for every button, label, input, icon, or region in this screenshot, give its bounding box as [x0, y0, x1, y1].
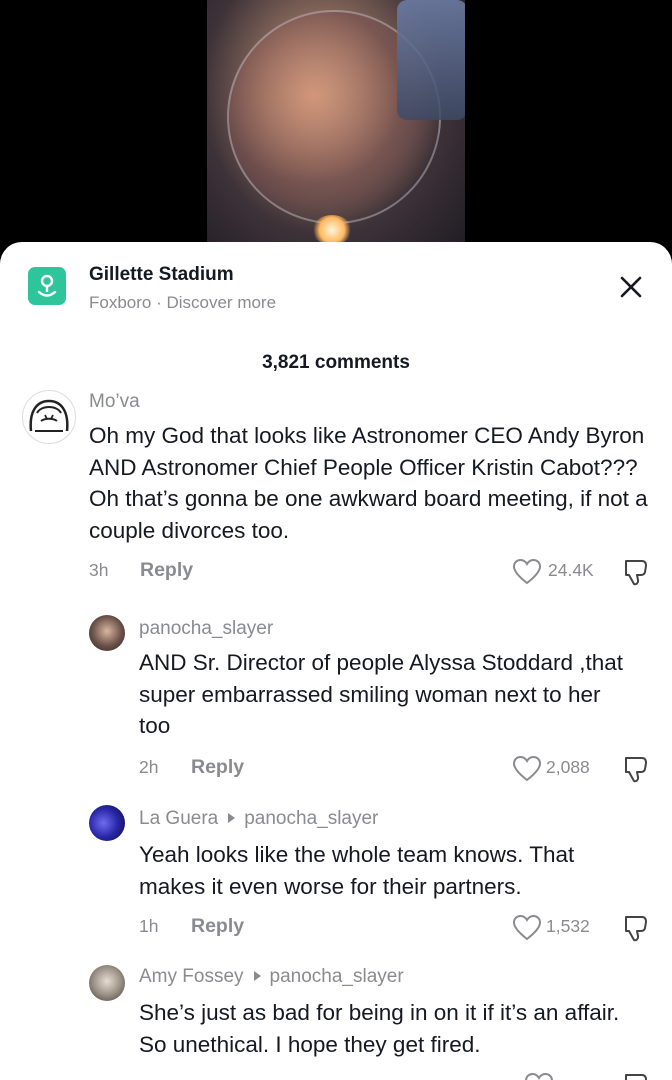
comment-time: 1h: [139, 916, 159, 936]
like-count: 1,532: [546, 916, 590, 936]
video-player[interactable]: [0, 0, 672, 260]
comment-time: 2h: [139, 757, 159, 777]
video-frame: [207, 0, 465, 260]
like-button[interactable]: 2,088: [512, 755, 612, 783]
close-icon[interactable]: [616, 272, 646, 302]
like-count: 24.4K: [548, 560, 594, 580]
comment-text: AND Sr. Director of people Alyssa Stodda…: [139, 650, 623, 738]
comment-item: Mo’va Oh my God that looks like Astronom…: [0, 386, 672, 586]
comment-item: Amy Fossey panocha_slayer She’s just as b…: [0, 962, 672, 1080]
comment-text: She’s just as bad for being in on it if …: [139, 1000, 620, 1057]
comment-username[interactable]: La Guera panocha_slayer: [139, 808, 378, 830]
like-count: 2,088: [546, 757, 590, 777]
location-name[interactable]: Gillette Stadium: [89, 264, 234, 286]
dislike-icon[interactable]: [622, 557, 650, 592]
comment-time: 3h: [89, 560, 109, 580]
comments-sheet: Gillette Stadium Foxboro · Discover more…: [0, 242, 672, 1080]
like-button[interactable]: 24.4K: [512, 558, 612, 586]
heart-icon: [512, 755, 542, 782]
heart-icon: [512, 914, 542, 941]
reply-button[interactable]: Reply: [140, 559, 193, 582]
reply-to-username[interactable]: panocha_slayer: [244, 808, 378, 829]
comment-item: panocha_slayer AND Sr. Director of peopl…: [0, 612, 672, 783]
avatar[interactable]: [89, 805, 125, 841]
video-background-fan: [397, 0, 465, 120]
comment-text: Oh my God that looks like Astronomer CEO…: [89, 423, 648, 543]
dislike-icon[interactable]: [622, 1071, 650, 1080]
location-row[interactable]: Gillette Stadium Foxboro · Discover more: [0, 242, 672, 322]
location-pin-icon: [28, 267, 66, 305]
reply-to-username[interactable]: panocha_slayer: [270, 966, 404, 987]
comments-count: 3,821 comments: [262, 352, 410, 373]
comment-text: Yeah looks like the whole team knows. Th…: [139, 842, 575, 899]
reply-to-arrow-icon: [228, 812, 236, 823]
reply-to-arrow-icon: [253, 970, 261, 981]
like-button[interactable]: [524, 1072, 564, 1080]
comment-username[interactable]: Amy Fossey panocha_slayer: [139, 966, 404, 988]
heart-icon: [512, 558, 542, 585]
comment-username-text[interactable]: Amy Fossey: [139, 966, 244, 987]
heart-icon: [525, 1072, 553, 1080]
avatar[interactable]: [89, 965, 125, 1001]
comment-username[interactable]: panocha_slayer: [139, 618, 273, 640]
location-subtitle[interactable]: Foxboro · Discover more: [89, 293, 276, 313]
reply-button[interactable]: Reply: [191, 915, 244, 938]
comment-username-text[interactable]: La Guera: [139, 808, 218, 829]
avatar[interactable]: [89, 615, 125, 651]
video-light-flare: [312, 215, 352, 245]
avatar[interactable]: [22, 390, 76, 444]
dislike-icon[interactable]: [622, 913, 650, 948]
dislike-icon[interactable]: [622, 754, 650, 789]
comment-item: La Guera panocha_slayer Yeah looks like t…: [0, 804, 672, 944]
like-button[interactable]: 1,532: [512, 914, 612, 942]
comment-username[interactable]: Mo’va: [89, 391, 140, 413]
reply-button[interactable]: Reply: [191, 756, 244, 779]
